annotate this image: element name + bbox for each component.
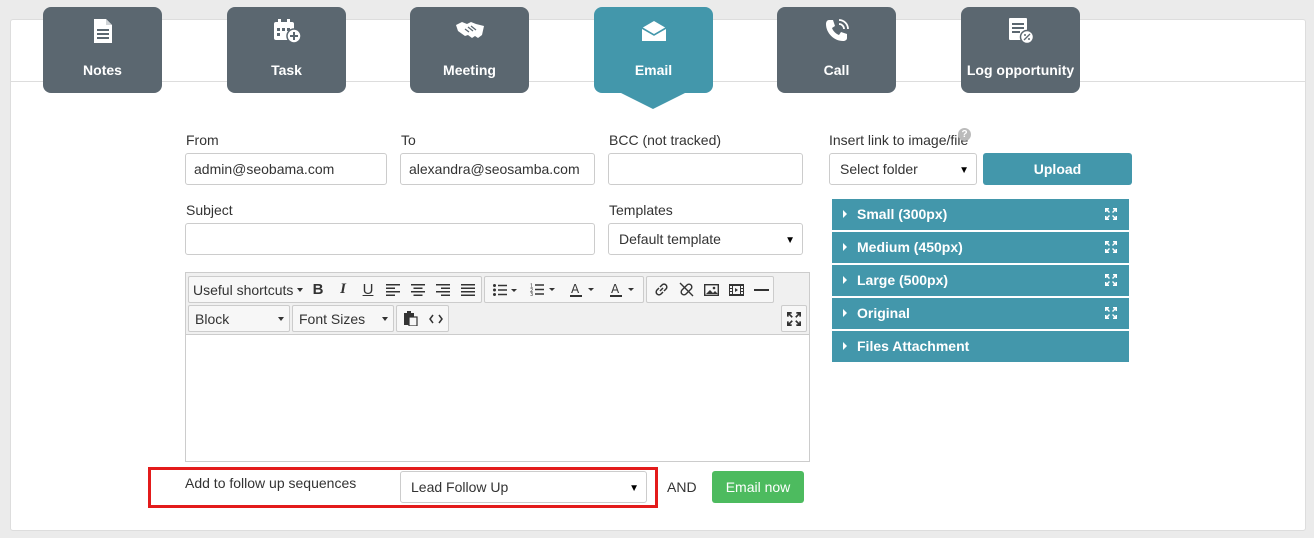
to-label: To bbox=[401, 132, 416, 148]
tab-label: Notes bbox=[83, 62, 122, 78]
media-icon[interactable] bbox=[724, 277, 748, 302]
align-right-icon[interactable] bbox=[432, 277, 454, 302]
unlink-icon[interactable] bbox=[674, 277, 698, 302]
dropdown-caret-icon bbox=[297, 288, 303, 292]
caret-right-icon bbox=[843, 210, 847, 218]
accordion-small[interactable]: Small (300px) bbox=[832, 199, 1129, 230]
tab-label: Meeting bbox=[443, 62, 496, 78]
toolbar-group-format: Useful shortcuts B I U bbox=[188, 276, 482, 303]
accordion-label: Original bbox=[857, 305, 910, 321]
bullet-list-icon[interactable] bbox=[488, 277, 522, 302]
underline-icon[interactable]: U bbox=[357, 277, 379, 302]
dropdown-caret-icon bbox=[278, 317, 284, 321]
tab-meeting[interactable]: Meeting bbox=[410, 7, 529, 93]
templates-select-value: Default template bbox=[619, 231, 721, 247]
accordion-files-attachment[interactable]: Files Attachment bbox=[832, 331, 1129, 362]
align-center-icon[interactable] bbox=[407, 277, 429, 302]
font-sizes-dropdown[interactable]: Font Sizes bbox=[292, 305, 394, 332]
accordion-label: Medium (450px) bbox=[857, 239, 963, 255]
fullscreen-button[interactable] bbox=[781, 305, 807, 332]
tab-label: Log opportunity bbox=[966, 62, 1075, 78]
useful-shortcuts-label: Useful shortcuts bbox=[193, 281, 294, 298]
calendar-plus-icon bbox=[227, 17, 346, 45]
tab-email[interactable]: Email bbox=[594, 7, 713, 109]
insert-link-label: Insert link to image/file bbox=[829, 132, 969, 148]
from-label: From bbox=[186, 132, 219, 148]
caret-right-icon bbox=[843, 342, 847, 350]
align-justify-icon[interactable] bbox=[457, 277, 479, 302]
svg-text:3: 3 bbox=[530, 292, 533, 296]
dropdown-caret-icon: ▼ bbox=[785, 235, 795, 246]
tab-task[interactable]: Task bbox=[227, 7, 346, 93]
tab-label: Call bbox=[823, 62, 850, 78]
fullscreen-icon bbox=[782, 306, 806, 331]
accordion-medium[interactable]: Medium (450px) bbox=[832, 232, 1129, 263]
link-icon[interactable] bbox=[649, 277, 673, 302]
folder-select[interactable]: Select folder ▼ bbox=[829, 153, 977, 185]
phone-icon bbox=[777, 17, 896, 45]
expand-icon[interactable] bbox=[1105, 240, 1117, 256]
from-field[interactable]: admin@seobama.com bbox=[185, 153, 387, 185]
and-label: AND bbox=[667, 479, 697, 495]
handshake-icon bbox=[410, 17, 529, 45]
tab-label: Email bbox=[634, 62, 673, 78]
folder-select-value: Select folder bbox=[840, 161, 918, 177]
dropdown-caret-icon bbox=[382, 317, 388, 321]
toolbar-group-tools bbox=[396, 305, 449, 332]
notes-icon bbox=[43, 17, 162, 45]
paste-icon[interactable] bbox=[399, 306, 423, 331]
email-body-editor[interactable]: Useful shortcuts B I U 1 2 3 A A Block F… bbox=[185, 272, 810, 462]
bold-icon[interactable]: B bbox=[307, 277, 329, 302]
subject-label: Subject bbox=[186, 202, 233, 218]
svg-text:A: A bbox=[611, 283, 620, 296]
tab-notes[interactable]: Notes bbox=[43, 7, 162, 93]
accordion-original[interactable]: Original bbox=[832, 298, 1129, 329]
bcc-label: BCC (not tracked) bbox=[609, 132, 722, 148]
block-format-dropdown[interactable]: Block bbox=[188, 305, 290, 332]
subject-field[interactable] bbox=[185, 223, 595, 255]
background-color-icon[interactable]: A bbox=[605, 277, 641, 302]
source-code-icon[interactable] bbox=[424, 306, 448, 331]
accordion-label: Small (300px) bbox=[857, 206, 948, 222]
upload-button[interactable]: Upload bbox=[983, 153, 1132, 185]
toolbar-group-insert bbox=[646, 276, 774, 303]
horizontal-rule-icon[interactable] bbox=[749, 277, 773, 302]
expand-icon[interactable] bbox=[1105, 306, 1117, 322]
dropdown-caret-icon: ▼ bbox=[959, 165, 969, 176]
email-now-button[interactable]: Email now bbox=[712, 471, 804, 503]
numbered-list-icon[interactable]: 123 bbox=[525, 277, 561, 302]
align-left-icon[interactable] bbox=[382, 277, 404, 302]
expand-icon[interactable] bbox=[1105, 273, 1117, 289]
font-sizes-label: Font Sizes bbox=[299, 310, 366, 327]
accordion-label: Files Attachment bbox=[857, 338, 970, 354]
caret-right-icon bbox=[843, 243, 847, 251]
svg-text:A: A bbox=[571, 283, 580, 296]
accordion-large[interactable]: Large (500px) bbox=[832, 265, 1129, 296]
tab-label: Task bbox=[271, 62, 302, 78]
caret-right-icon bbox=[843, 276, 847, 284]
document-percent-icon bbox=[961, 17, 1080, 45]
block-format-label: Block bbox=[195, 310, 230, 327]
tab-call[interactable]: Call bbox=[777, 7, 896, 93]
caret-right-icon bbox=[843, 309, 847, 317]
templates-select[interactable]: Default template ▼ bbox=[608, 223, 803, 255]
expand-icon[interactable] bbox=[1105, 207, 1117, 223]
help-icon[interactable]: ? bbox=[958, 128, 971, 141]
text-color-icon[interactable]: A bbox=[565, 277, 601, 302]
italic-icon[interactable]: I bbox=[332, 277, 354, 302]
bcc-field[interactable] bbox=[608, 153, 803, 185]
toolbar-group-lists: 123 A A bbox=[484, 276, 644, 303]
templates-label: Templates bbox=[609, 202, 673, 218]
image-icon[interactable] bbox=[699, 277, 723, 302]
envelope-open-icon bbox=[594, 17, 713, 45]
editor-toolbar: Useful shortcuts B I U 1 2 3 A A Block F… bbox=[186, 273, 809, 335]
active-tab-pointer bbox=[621, 93, 685, 109]
highlight-box bbox=[148, 467, 658, 508]
tab-log-opportunity[interactable]: Log opportunity bbox=[961, 7, 1080, 93]
to-field[interactable]: alexandra@seosamba.com bbox=[400, 153, 595, 185]
accordion-label: Large (500px) bbox=[857, 272, 949, 288]
useful-shortcuts-dropdown[interactable]: Useful shortcuts bbox=[193, 277, 303, 302]
